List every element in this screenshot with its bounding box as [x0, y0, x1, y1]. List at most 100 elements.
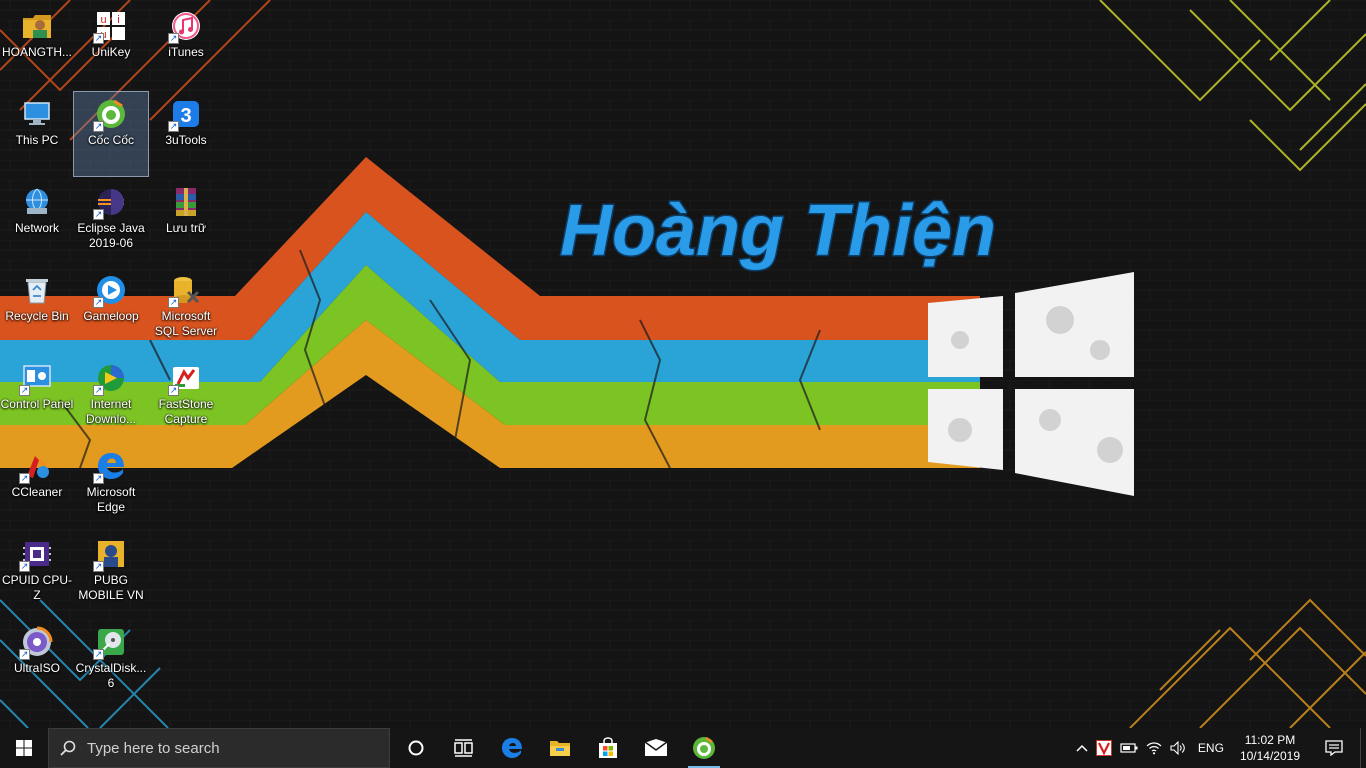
ultraiso-icon: ↗ [19, 626, 53, 660]
cortana-button[interactable] [392, 728, 440, 768]
idm-icon: ↗ [93, 362, 127, 396]
desktop-icon-idm[interactable]: ↗ Internet Downlo... [74, 356, 148, 440]
start-button[interactable] [0, 728, 48, 768]
shortcut-arrow-icon: ↗ [168, 121, 179, 132]
shortcut-arrow-icon: ↗ [168, 33, 179, 44]
faststone-icon: ↗ [168, 362, 202, 396]
crystaldisk-icon: ↗ [93, 626, 127, 660]
desktop-icon-label: Network [14, 221, 59, 235]
desktop-icon-label: CrystalDisk... 6 [75, 661, 147, 690]
unikey-tray[interactable] [1092, 728, 1116, 768]
file-explorer-icon [550, 741, 570, 756]
action-center-button[interactable] [1308, 728, 1360, 768]
shortcut-arrow-icon: ↗ [168, 385, 179, 396]
task-view-button[interactable] [440, 728, 488, 768]
shortcut-arrow-icon: ↗ [93, 385, 104, 396]
edge-icon: ↗ [93, 450, 127, 484]
desktop-icon-label: PUBG MOBILE VN [78, 573, 144, 602]
shortcut-arrow-icon: ↗ [93, 561, 104, 572]
desktop-icon-unikey[interactable]: uiu↗UniKey [74, 4, 148, 88]
control-panel-icon: ↗ [19, 362, 53, 396]
taskbar-coccoc[interactable] [680, 728, 728, 768]
winrar-icon [170, 186, 202, 218]
ccleaner-icon: ↗ [19, 450, 53, 484]
chevron-up-icon [1076, 744, 1088, 752]
taskbar-file-explorer[interactable] [536, 728, 584, 768]
desktop-icon-edge[interactable]: ↗ Microsoft Edge [74, 444, 148, 528]
desktop-icon-ccleaner[interactable]: ↗ CCleaner [0, 444, 74, 528]
desktop-icon-user-folder[interactable]: HOANGTH... [0, 4, 74, 88]
battery-tray[interactable] [1116, 728, 1142, 768]
system-tray: ENG 11:02 PM 10/14/2019 [1072, 728, 1366, 768]
desktop-icon-label: UltraISO [13, 661, 60, 675]
search-icon [60, 740, 76, 756]
desktop-icon-label: CPUID CPU-Z [1, 573, 72, 602]
volume-icon [1170, 741, 1185, 755]
desktop-icon-label: UniKey [91, 45, 131, 59]
edge-icon [502, 738, 522, 758]
desktop-icon-label: CCleaner [11, 485, 63, 499]
show-hidden-icons-button[interactable] [1072, 728, 1092, 768]
taskbar-store[interactable] [584, 728, 632, 768]
desktop-icon-label: Internet Downlo... [85, 397, 137, 426]
this-pc-icon [21, 98, 53, 130]
desktop-icon-label: iTunes [168, 45, 204, 59]
desktop-icon-faststone[interactable]: ↗ FastStone Capture [149, 356, 223, 440]
desktop-icon-cpuz[interactable]: ↗ CPUID CPU-Z [0, 532, 74, 616]
clock-date: 10/14/2019 [1239, 749, 1300, 763]
input-language-indicator[interactable]: ENG [1190, 728, 1232, 768]
coccoc-icon: ↗ [93, 98, 127, 132]
3utools-icon: 3 ↗ [168, 98, 202, 132]
shortcut-arrow-icon: ↗ [19, 385, 30, 396]
mail-icon [644, 739, 668, 756]
itunes-icon: ↗ [168, 10, 202, 44]
cpuz-icon: ↗ [19, 538, 53, 572]
desktop-icon-3utools[interactable]: 3 ↗ 3uTools [149, 92, 223, 176]
unikey-icon: uiu↗ [93, 10, 127, 44]
desktop-icon-network[interactable]: Network [0, 180, 74, 264]
desktop-icon-label: Control Panel [0, 397, 74, 411]
taskbar-edge[interactable] [488, 728, 536, 768]
desktop-icon-coccoc[interactable]: ↗ Cốc Cốc [73, 91, 149, 177]
desktop-icon-label: Cốc Cốc [87, 133, 134, 147]
desktop-icon-gameloop[interactable]: ↗ Gameloop [74, 268, 148, 352]
taskbar-mail[interactable] [632, 728, 680, 768]
desktop-icon-label: FastStone Capture [158, 397, 214, 426]
shortcut-arrow-icon: ↗ [168, 297, 179, 308]
shortcut-arrow-icon: ↗ [93, 649, 104, 660]
task-view-icon [454, 739, 473, 757]
desktop-icon-winrar[interactable]: Lưu trữ [149, 180, 223, 264]
desktop-icon-crystaldisk[interactable]: ↗ CrystalDisk... 6 [74, 620, 148, 704]
shortcut-arrow-icon: ↗ [93, 121, 104, 132]
desktop-icon-label: 3uTools [165, 133, 207, 147]
desktop-icon-label: Microsoft SQL Server ... [154, 309, 218, 338]
desktop-icon-ultraiso[interactable]: ↗ UltraISO [0, 620, 74, 704]
desktop-icon-eclipse[interactable]: ↗ Eclipse Java 2019-06 [74, 180, 148, 264]
windows-logo-icon [16, 740, 32, 756]
wifi-tray[interactable] [1142, 728, 1166, 768]
desktop-icon-recycle-bin[interactable]: Recycle Bin [0, 268, 74, 352]
svg-text:u: u [100, 14, 106, 26]
sql-server-icon: ↗ [168, 274, 202, 308]
unikey-v-icon [1095, 740, 1112, 756]
shortcut-arrow-icon: ↗ [93, 297, 104, 308]
desktop-icon-label: Microsoft Edge [86, 485, 136, 514]
pubg-icon: ↗ [93, 538, 127, 572]
volume-tray[interactable] [1166, 728, 1190, 768]
battery-icon [1120, 743, 1138, 753]
notifications-icon [1325, 740, 1343, 756]
desktop-icon-itunes[interactable]: ↗ iTunes [149, 4, 223, 88]
taskbar-search-box[interactable]: Type here to search [48, 728, 390, 768]
taskbar-clock[interactable]: 11:02 PM 10/14/2019 [1232, 732, 1308, 764]
desktop-icon-control-panel[interactable]: ↗ Control Panel [0, 356, 74, 440]
desktop-icon-pubg[interactable]: ↗ PUBG MOBILE VN [74, 532, 148, 616]
svg-text:i: i [117, 14, 119, 26]
shortcut-arrow-icon: ↗ [19, 561, 30, 572]
desktop-icon-label: This PC [15, 133, 59, 147]
show-desktop-button[interactable] [1360, 728, 1366, 768]
desktop-icon-sql-server[interactable]: ↗Microsoft SQL Server ... [149, 268, 223, 352]
desktop-icon-label: Recycle Bin [5, 309, 69, 323]
desktop-icon-label: HOANGTH... [1, 45, 72, 59]
desktop-icon-this-pc[interactable]: This PC [0, 92, 74, 176]
cortana-icon [408, 740, 424, 756]
